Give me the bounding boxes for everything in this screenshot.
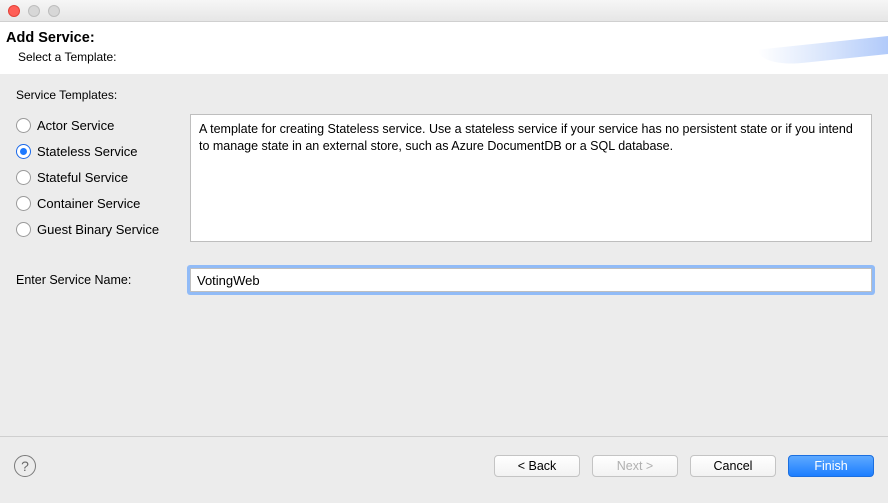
- button-label: Cancel: [714, 459, 753, 473]
- help-icon[interactable]: ?: [14, 455, 36, 477]
- template-option-stateless[interactable]: Stateless Service: [16, 144, 178, 159]
- radio-icon: [16, 170, 31, 185]
- template-option-guest-binary[interactable]: Guest Binary Service: [16, 222, 178, 237]
- service-name-row: Enter Service Name:: [14, 268, 874, 292]
- close-window-button[interactable]: [8, 5, 20, 17]
- window-titlebar: [0, 0, 888, 22]
- template-radio-group: Actor Service Stateless Service Stateful…: [16, 114, 178, 237]
- service-name-label: Enter Service Name:: [16, 273, 178, 287]
- template-description: A template for creating Stateless servic…: [190, 114, 872, 242]
- next-button: Next >: [592, 455, 678, 477]
- radio-label: Container Service: [37, 196, 140, 211]
- wizard-header: Add Service: Select a Template:: [0, 22, 888, 74]
- wizard-body: Service Templates: Actor Service Statele…: [0, 74, 888, 436]
- radio-icon: [16, 144, 31, 159]
- wizard-footer: ? < Back Next > Cancel Finish: [0, 436, 888, 494]
- templates-group-label: Service Templates:: [16, 88, 874, 102]
- zoom-window-button[interactable]: [48, 5, 60, 17]
- help-glyph: ?: [21, 458, 29, 474]
- wizard-buttons: < Back Next > Cancel Finish: [494, 455, 874, 477]
- templates-row: Actor Service Stateless Service Stateful…: [14, 114, 874, 242]
- window-controls: [8, 5, 60, 17]
- page-subtitle: Select a Template:: [18, 50, 882, 64]
- radio-icon: [16, 118, 31, 133]
- radio-icon: [16, 196, 31, 211]
- finish-button[interactable]: Finish: [788, 455, 874, 477]
- template-option-actor[interactable]: Actor Service: [16, 118, 178, 133]
- page-title: Add Service:: [6, 30, 882, 46]
- radio-label: Stateful Service: [37, 170, 128, 185]
- template-option-stateful[interactable]: Stateful Service: [16, 170, 178, 185]
- radio-label: Guest Binary Service: [37, 222, 159, 237]
- minimize-window-button[interactable]: [28, 5, 40, 17]
- back-button[interactable]: < Back: [494, 455, 580, 477]
- button-label: Finish: [814, 459, 847, 473]
- cancel-button[interactable]: Cancel: [690, 455, 776, 477]
- button-label: Next >: [617, 459, 653, 473]
- radio-icon: [16, 222, 31, 237]
- button-label: < Back: [518, 459, 557, 473]
- template-option-container[interactable]: Container Service: [16, 196, 178, 211]
- service-name-input[interactable]: [190, 268, 872, 292]
- radio-label: Stateless Service: [37, 144, 137, 159]
- radio-label: Actor Service: [37, 118, 114, 133]
